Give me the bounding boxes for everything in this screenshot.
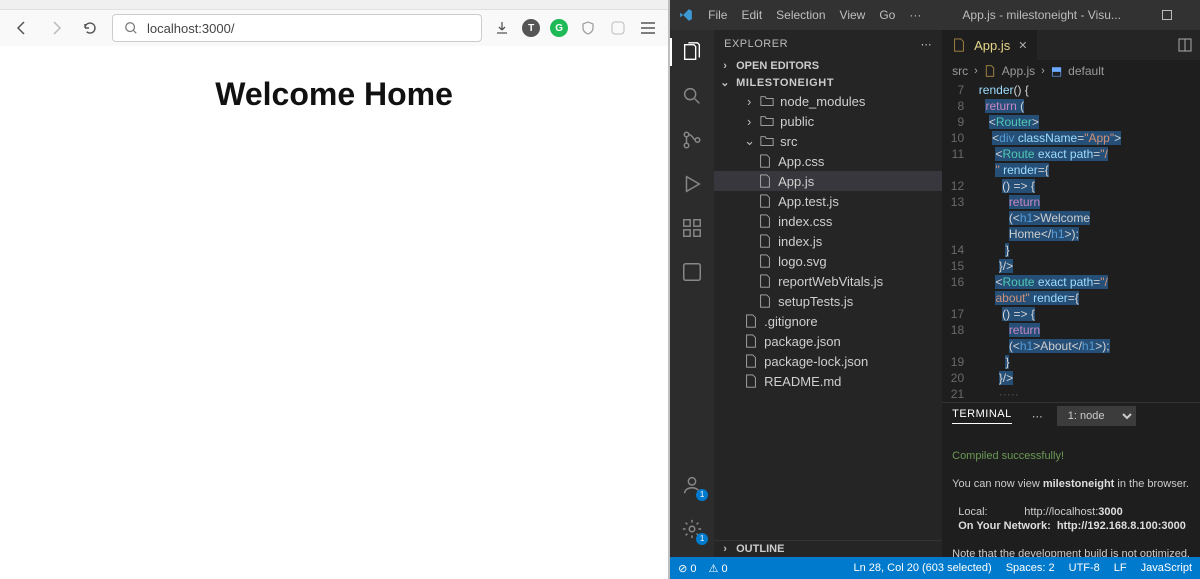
hamburger-menu-icon[interactable] <box>638 18 658 38</box>
editor-tabs: App.js ✕ <box>942 30 1200 60</box>
explorer-label: EXPLORER <box>724 38 788 50</box>
file-package-lock-json[interactable]: package-lock.json <box>714 351 942 371</box>
breadcrumb[interactable]: src› App.js› ⬒default <box>942 60 1200 82</box>
gutter: 789101112131415161718192021222324252627 <box>942 82 972 402</box>
tab-app-js[interactable]: App.js ✕ <box>942 30 1038 60</box>
file-tree: ›node_modules ›public ⌄src App.css App.j… <box>714 91 942 391</box>
file-app-css[interactable]: App.css <box>714 151 942 171</box>
browser-tabstrip <box>0 0 668 10</box>
menu-bar: File Edit Selection View Go ··· <box>708 8 921 22</box>
file-index-js[interactable]: index.js <box>714 231 942 251</box>
url-bar[interactable] <box>112 14 482 42</box>
back-button[interactable] <box>10 16 34 40</box>
outline-header[interactable]: ›OUTLINE <box>714 540 942 557</box>
status-spaces[interactable]: Spaces: 2 <box>1006 562 1055 574</box>
status-cursor[interactable]: Ln 28, Col 20 (603 selected) <box>854 562 992 574</box>
explorer-icon[interactable] <box>678 38 706 66</box>
project-header[interactable]: ⌄MILESTONEIGHT <box>714 74 942 91</box>
status-errors[interactable]: ⊘ 0 <box>678 562 696 575</box>
browser-window: T G Welcome Home <box>0 0 670 579</box>
page-heading: Welcome Home <box>215 76 453 579</box>
window-maximize-icon[interactable] <box>1162 10 1192 20</box>
forward-button[interactable] <box>44 16 68 40</box>
status-language[interactable]: JavaScript <box>1141 562 1192 574</box>
browser-toolbar: T G <box>0 10 668 46</box>
vscode-logo-icon <box>678 7 694 23</box>
window-title: App.js - milestoneight - Visu... <box>935 8 1148 22</box>
shield-icon[interactable] <box>578 18 598 38</box>
run-debug-icon[interactable] <box>678 170 706 198</box>
file-app-test-js[interactable]: App.test.js <box>714 191 942 211</box>
download-icon[interactable] <box>492 18 512 38</box>
file-report-web-vitals[interactable]: reportWebVitals.js <box>714 271 942 291</box>
editor-area: App.js ✕ src› App.js› ⬒default 789101112… <box>942 30 1200 557</box>
search-activity-icon[interactable] <box>678 82 706 110</box>
code-editor[interactable]: 789101112131415161718192021222324252627 … <box>942 82 1200 402</box>
file-setup-tests[interactable]: setupTests.js <box>714 291 942 311</box>
sidebar-more-icon[interactable]: ⋯ <box>921 38 933 51</box>
folder-public[interactable]: ›public <box>714 111 942 131</box>
terminal-tab[interactable]: TERMINAL <box>952 408 1012 424</box>
custom-view-icon[interactable] <box>678 258 706 286</box>
file-app-js[interactable]: App.js <box>714 171 942 191</box>
folder-src[interactable]: ⌄src <box>714 131 942 151</box>
file-package-json[interactable]: package.json <box>714 331 942 351</box>
close-tab-icon[interactable]: ✕ <box>1018 39 1027 52</box>
menu-edit[interactable]: Edit <box>741 8 762 22</box>
terminal-select[interactable]: 1: node <box>1057 406 1136 426</box>
activity-bar: 1 1 <box>670 30 714 557</box>
search-icon <box>121 18 141 38</box>
terminal-output[interactable]: Compiled successfully! You can now view … <box>942 429 1200 557</box>
status-encoding[interactable]: UTF-8 <box>1069 562 1100 574</box>
file-logo-svg[interactable]: logo.svg <box>714 251 942 271</box>
sidebar: EXPLORER ⋯ ›OPEN EDITORS ⌄MILESTONEIGHT … <box>714 30 942 557</box>
panel-more-icon[interactable]: ⋯ <box>1032 410 1043 423</box>
terminal-panel: TERMINAL ⋯ 1: node Compiled successfully… <box>942 402 1200 557</box>
settings-gear-icon[interactable]: 1 <box>678 515 706 543</box>
url-input[interactable] <box>147 21 473 36</box>
folder-node-modules[interactable]: ›node_modules <box>714 91 942 111</box>
extension-dot-1[interactable]: T <box>522 19 540 37</box>
file-index-css[interactable]: index.css <box>714 211 942 231</box>
status-eol[interactable]: LF <box>1114 562 1127 574</box>
accounts-icon[interactable]: 1 <box>678 471 706 499</box>
menu-selection[interactable]: Selection <box>776 8 825 22</box>
menu-view[interactable]: View <box>840 8 866 22</box>
extension-dot-2[interactable] <box>608 18 628 38</box>
status-bar: ⊘ 0 ⚠ 0 Ln 28, Col 20 (603 selected) Spa… <box>670 557 1200 579</box>
vscode-window: File Edit Selection View Go ··· App.js -… <box>670 0 1200 579</box>
source-control-icon[interactable] <box>678 126 706 154</box>
editor-layout-icon[interactable] <box>1178 38 1192 52</box>
menu-file[interactable]: File <box>708 8 727 22</box>
code-lines: render() { return ( <Router> <div classN… <box>972 82 1200 402</box>
reload-button[interactable] <box>78 16 102 40</box>
extension-grammarly-icon[interactable]: G <box>550 19 568 37</box>
status-warnings[interactable]: ⚠ 0 <box>709 562 728 575</box>
file-gitignore[interactable]: .gitignore <box>714 311 942 331</box>
menu-go[interactable]: Go <box>879 8 895 22</box>
browser-viewport: Welcome Home <box>0 46 668 579</box>
extensions-icon[interactable] <box>678 214 706 242</box>
menu-more[interactable]: ··· <box>909 8 921 22</box>
file-readme[interactable]: README.md <box>714 371 942 391</box>
open-editors-header[interactable]: ›OPEN EDITORS <box>714 58 942 74</box>
titlebar: File Edit Selection View Go ··· App.js -… <box>670 0 1200 30</box>
